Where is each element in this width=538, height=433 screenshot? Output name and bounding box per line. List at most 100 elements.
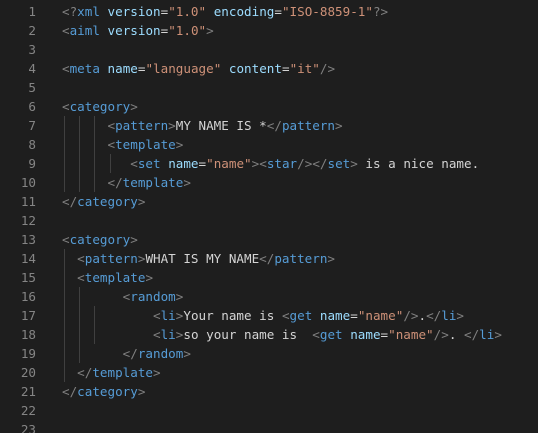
code-token: pattern — [115, 118, 169, 133]
code-token: > — [153, 365, 161, 380]
line-number: 15 — [20, 270, 36, 285]
code-line[interactable]: 4 <meta name="language" content="it"/> — [0, 59, 538, 78]
code-text: <template> — [62, 135, 184, 154]
code-line[interactable]: 14 <pattern>WHAT IS MY NAME</pattern> — [0, 249, 538, 268]
code-line[interactable]: 5 — [0, 78, 538, 97]
code-text: <pattern>MY NAME IS *</pattern> — [62, 116, 343, 135]
code-token: > — [350, 156, 358, 171]
line-number: 12 — [20, 213, 36, 228]
line-number: 7 — [28, 118, 36, 133]
code-line[interactable]: 8 <template> — [0, 135, 538, 154]
code-token: </ — [266, 118, 282, 133]
code-text: <random> — [62, 287, 184, 306]
code-line[interactable]: 10 </template> — [0, 173, 538, 192]
code-token: pattern — [84, 251, 138, 266]
code-text: <set name="name"><star/></set> is a nice… — [62, 154, 479, 173]
code-token: /> — [319, 61, 336, 76]
line-number: 8 — [28, 137, 36, 152]
code-token: < — [130, 156, 138, 171]
code-token: ?> — [372, 4, 389, 19]
code-line[interactable]: 13 <category> — [0, 230, 538, 249]
code-line[interactable]: 20 </template> — [0, 363, 538, 382]
code-line[interactable]: 6 <category> — [0, 97, 538, 116]
code-token: is a nice name. — [357, 156, 480, 171]
code-token: > — [494, 327, 502, 342]
code-token: get — [289, 308, 313, 323]
code-token: li — [160, 308, 176, 323]
code-text: <?xml version="1.0" encoding="ISO-8859-1… — [62, 2, 388, 21]
code-line[interactable]: 22 — [0, 401, 538, 420]
code-token: </ — [77, 365, 93, 380]
code-line[interactable]: 21 </category> — [0, 382, 538, 401]
code-token: = — [350, 308, 358, 323]
line-number: 9 — [28, 156, 36, 171]
code-line[interactable]: 16 <random> — [0, 287, 538, 306]
code-token: name — [107, 61, 138, 76]
code-line[interactable]: 18 <li>so your name is <get name="name"/… — [0, 325, 538, 344]
code-line[interactable]: 7 <pattern>MY NAME IS *</pattern> — [0, 116, 538, 135]
code-token: > — [335, 118, 343, 133]
code-token: category — [77, 194, 138, 209]
code-token: category — [69, 99, 131, 114]
code-token: < — [259, 156, 267, 171]
code-line[interactable]: 11 </category> — [0, 192, 538, 211]
code-line[interactable]: 2 <aiml version="1.0"> — [0, 21, 538, 40]
code-token: < — [312, 327, 320, 342]
code-token: > — [183, 346, 191, 361]
code-line[interactable]: 15 <template> — [0, 268, 538, 287]
code-token: pattern — [274, 251, 328, 266]
code-token: pattern — [281, 118, 336, 133]
code-token: </ — [62, 384, 78, 399]
code-token: name — [350, 327, 381, 342]
code-token: "name" — [388, 327, 434, 342]
code-line[interactable]: 17 <li>Your name is <get name="name"/>.<… — [0, 306, 538, 325]
code-token: </ — [122, 346, 138, 361]
code-line[interactable]: 1 <?xml version="1.0" encoding="ISO-8859-… — [0, 2, 538, 21]
code-token: </ — [259, 251, 275, 266]
code-token: get — [319, 327, 343, 342]
code-token: Your name is — [183, 308, 282, 323]
code-line[interactable]: 12 — [0, 211, 538, 230]
line-number: 23 — [20, 422, 36, 433]
code-token: name — [319, 308, 351, 323]
code-token: </ — [62, 194, 78, 209]
code-token: < — [153, 308, 161, 323]
code-token: < — [153, 327, 161, 342]
code-token: > — [327, 251, 336, 266]
code-text: <li>so your name is <get name="name"/>. … — [62, 325, 502, 344]
code-token: > — [145, 270, 154, 285]
code-text: <template> — [62, 268, 153, 287]
code-token: "it" — [289, 61, 320, 76]
code-token: "language" — [145, 61, 222, 76]
code-token: < — [77, 270, 85, 285]
code-text: <category> — [62, 230, 138, 249]
line-number: 19 — [20, 346, 36, 361]
code-editor[interactable]: 1 <?xml version="1.0" encoding="ISO-8859-… — [0, 0, 538, 433]
code-line[interactable]: 3 — [0, 40, 538, 59]
code-token: < — [77, 251, 85, 266]
code-token: "name" — [357, 308, 404, 323]
line-number: 11 — [20, 194, 36, 209]
code-token: > — [206, 23, 214, 38]
line-number: 6 — [28, 99, 36, 114]
code-token: < — [107, 137, 116, 152]
code-token: meta — [69, 61, 100, 76]
code-line[interactable]: 9 <set name="name"><star/></set> is a ni… — [0, 154, 538, 173]
code-line[interactable]: 19 </random> — [0, 344, 538, 363]
code-line[interactable]: 23 — [0, 420, 538, 433]
code-token: category — [69, 232, 131, 247]
code-token: version — [107, 4, 161, 19]
line-number: 10 — [20, 175, 36, 190]
code-token: /> — [297, 156, 313, 171]
